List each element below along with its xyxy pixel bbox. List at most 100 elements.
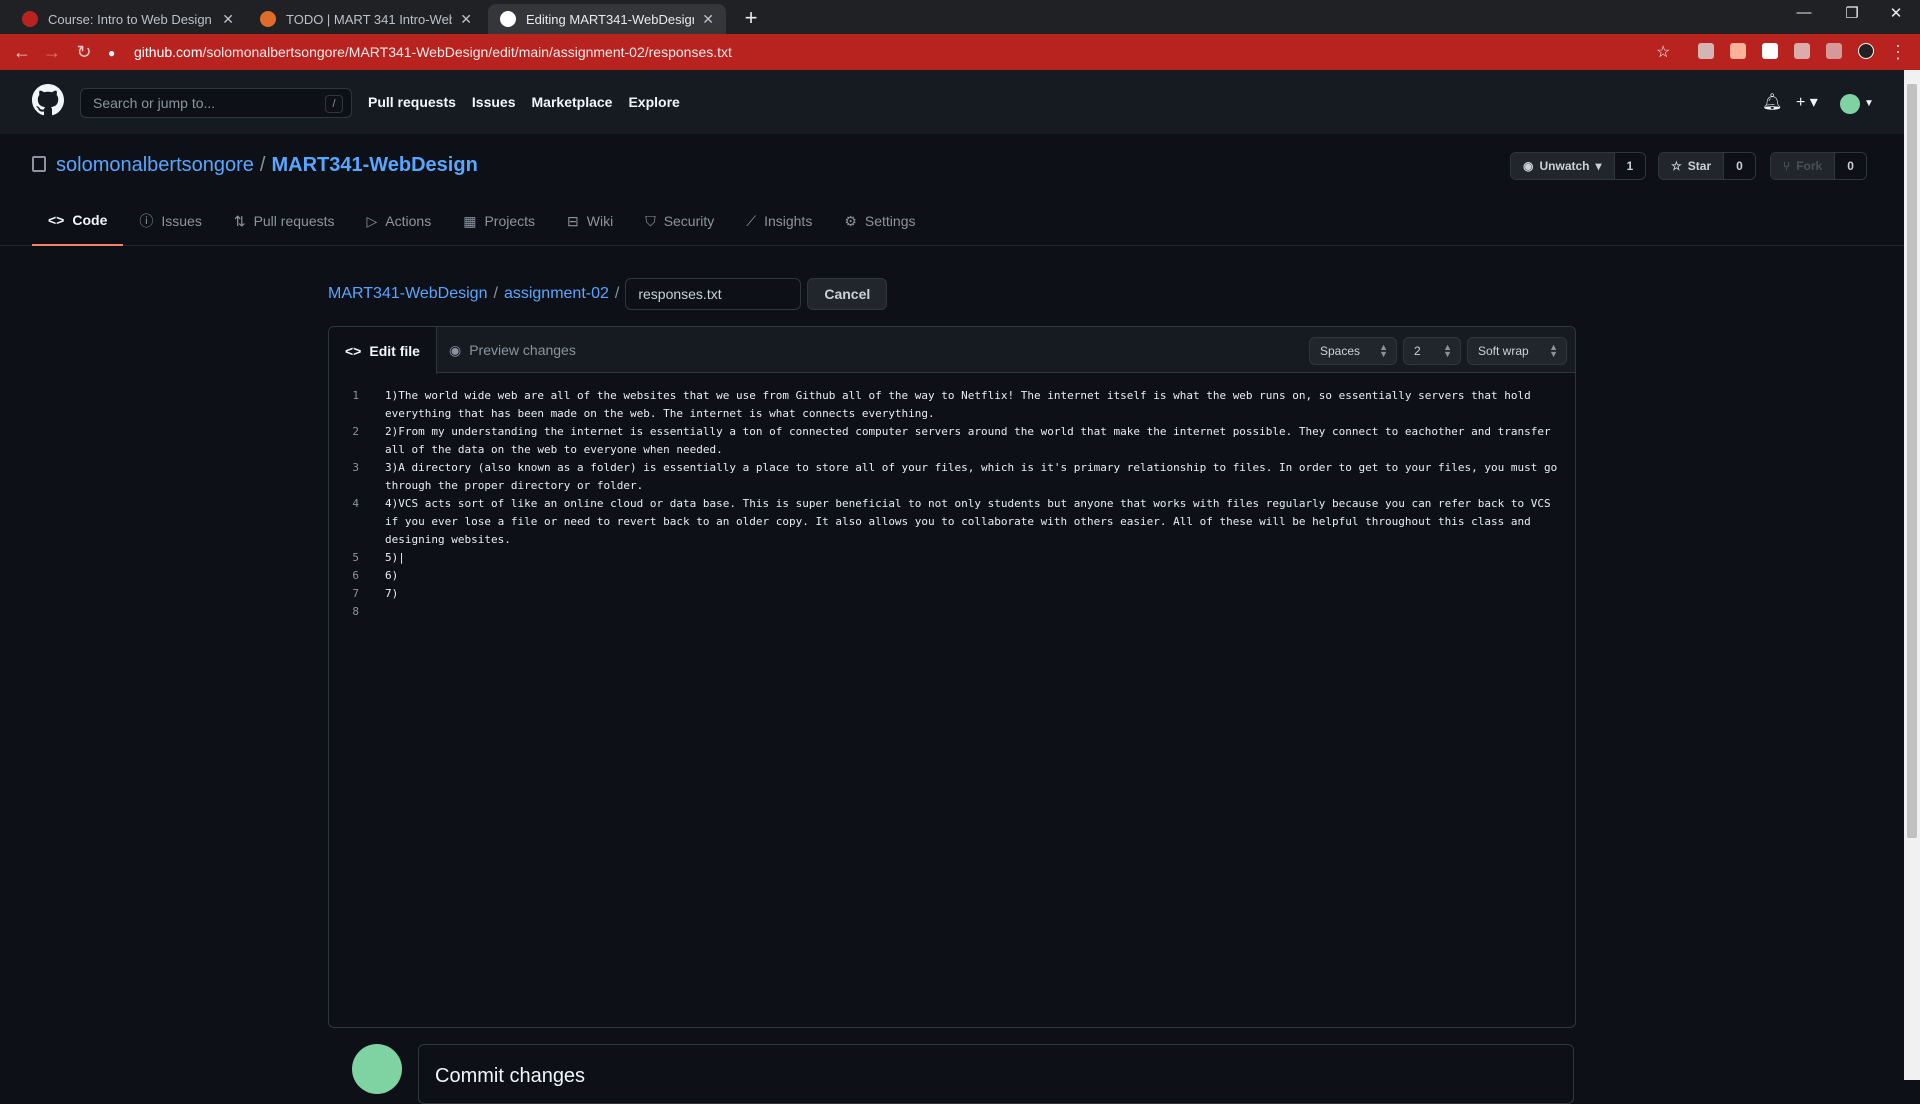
line-text[interactable]: 6) xyxy=(369,567,1575,585)
tab-settings[interactable]: ⚙ Settings xyxy=(828,196,931,246)
code-area[interactable]: 1 1)The world wide web are all of the web… xyxy=(329,387,1575,621)
line-text[interactable]: 4)VCS acts sort of like an online cloud … xyxy=(369,495,1575,549)
tab-label: Security xyxy=(663,213,715,229)
code-line: 6 6) xyxy=(329,567,1575,585)
chevron-down-icon[interactable]: ▼ xyxy=(1864,98,1874,109)
book-icon: ⊟ xyxy=(567,212,579,229)
indent-size-select[interactable]: 2 ▲ ▼ xyxy=(1403,337,1461,365)
puzzle-icon[interactable] xyxy=(1794,43,1810,59)
play-icon: ▷ xyxy=(366,212,378,229)
cancel-button[interactable]: Cancel xyxy=(807,278,888,310)
unwatch-button[interactable]: ◉ Unwatch ▾ xyxy=(1511,153,1615,179)
tab-issues[interactable]: ⓘ Issues xyxy=(123,196,217,246)
watch-button-group: ◉ Unwatch ▾ 1 xyxy=(1510,152,1647,180)
tab-insights[interactable]: ⟋ Insights xyxy=(730,196,828,246)
star-button[interactable]: ☆ Star xyxy=(1659,153,1725,179)
plus-icon[interactable]: + ▾ xyxy=(1796,92,1818,112)
close-tab-icon[interactable]: ✕ xyxy=(702,11,714,28)
tab-pull-requests[interactable]: ⇅ Pull requests xyxy=(218,196,351,246)
bell-icon[interactable]: 🔔︎ xyxy=(1762,92,1782,112)
menu-kebab-icon[interactable]: ⋮ xyxy=(1886,40,1910,64)
minimize-icon[interactable]: — xyxy=(1784,4,1824,21)
star-label: Star xyxy=(1687,159,1712,173)
page-scrollbar[interactable] xyxy=(1904,70,1920,1080)
browser-tab-strip: Course: Intro to Web Design (Sec ✕ TODO … xyxy=(0,0,1920,34)
profile-avatar[interactable] xyxy=(1858,43,1874,59)
repo-header: solomonalbertsongore / MART341-WebDesign… xyxy=(0,134,1904,246)
filename-input[interactable]: responses.txt xyxy=(625,278,802,310)
github-logo-icon[interactable] xyxy=(32,84,64,116)
forks-count[interactable]: 0 xyxy=(1835,153,1866,179)
line-text[interactable] xyxy=(369,603,1575,621)
committer-avatar xyxy=(352,1044,402,1094)
line-text[interactable]: 7) xyxy=(369,585,1575,603)
wrap-mode-select[interactable]: Soft wrap ▲ ▼ xyxy=(1467,337,1567,365)
scrollbar-thumb[interactable] xyxy=(1907,84,1917,838)
github-header: Search or jump to... / Pull requests Iss… xyxy=(0,70,1904,134)
reload-icon[interactable]: ↻ xyxy=(72,40,96,64)
extension-icon[interactable] xyxy=(1698,43,1714,59)
address-bar[interactable]: ● github.com/solomonalbertsongore/MART34… xyxy=(108,38,1688,66)
url-path: /solomonalbertsongore/MART341-WebDesign/… xyxy=(202,44,732,60)
tab-label: Pull requests xyxy=(253,213,335,229)
search-shortcut-badge: / xyxy=(325,95,343,113)
code-line: 5 5)| xyxy=(329,549,1575,567)
breadcrumb-folder-link[interactable]: assignment-02 xyxy=(504,285,609,303)
edit-file-tab[interactable]: <> Edit file xyxy=(329,327,437,374)
indent-mode-select[interactable]: Spaces ▲ ▼ xyxy=(1309,337,1397,365)
forward-icon[interactable]: → xyxy=(40,40,64,64)
tab-label: Issues xyxy=(161,213,202,229)
fork-label: Fork xyxy=(1796,159,1823,173)
star-button-group: ☆ Star 0 xyxy=(1658,152,1756,180)
nav-issues[interactable]: Issues xyxy=(472,94,516,110)
breadcrumb-repo-link[interactable]: MART341-WebDesign xyxy=(328,285,487,303)
new-tab-button[interactable]: + xyxy=(738,6,764,32)
eye-icon: ◉ xyxy=(449,341,462,358)
fork-icon: ⑂ xyxy=(1783,159,1791,173)
browser-tab[interactable]: Course: Intro to Web Design (Sec ✕ xyxy=(10,4,246,34)
back-icon[interactable]: ← xyxy=(10,40,34,64)
fork-button[interactable]: ⑂ Fork xyxy=(1771,153,1836,179)
line-text[interactable]: 5)| xyxy=(369,549,1575,567)
extension-icon[interactable] xyxy=(1730,43,1746,59)
line-text[interactable]: 1)The world wide web are all of the webs… xyxy=(369,387,1575,423)
browser-tab-active[interactable]: Editing MART341-WebDesign/re ✕ xyxy=(488,4,726,34)
browser-tab[interactable]: TODO | MART 341 Intro-Web-De ✕ xyxy=(248,4,484,34)
commit-changes-title: Commit changes xyxy=(435,1065,586,1087)
repo-name-link[interactable]: MART341-WebDesign xyxy=(271,154,477,177)
tab-actions[interactable]: ▷ Actions xyxy=(351,196,448,246)
user-avatar[interactable] xyxy=(1840,94,1860,114)
bookmark-star-icon[interactable]: ☆ xyxy=(1656,42,1670,62)
tab-title: TODO | MART 341 Intro-Web-De xyxy=(286,11,452,27)
line-number: 3 xyxy=(352,461,359,474)
line-number: 1 xyxy=(352,389,359,402)
watchers-count[interactable]: 1 xyxy=(1614,153,1646,179)
tab-label: Settings xyxy=(864,213,916,229)
line-text[interactable]: 3)A directory (also known as a folder) i… xyxy=(369,459,1575,495)
graph-icon: ⟋ xyxy=(746,212,757,229)
tab-wiki[interactable]: ⊟ Wiki xyxy=(551,196,629,246)
nav-pull-requests[interactable]: Pull requests xyxy=(368,94,456,110)
extension-icon[interactable] xyxy=(1762,43,1778,59)
search-input[interactable]: Search or jump to... / xyxy=(80,88,352,118)
repo-owner-link[interactable]: solomonalbertsongore xyxy=(56,154,254,177)
tab-label: Insights xyxy=(764,213,813,229)
breadcrumb-separator: / xyxy=(493,285,498,302)
nav-explore[interactable]: Explore xyxy=(628,94,679,110)
unwatch-label: Unwatch xyxy=(1539,159,1590,173)
close-tab-icon[interactable]: ✕ xyxy=(222,11,234,28)
browser-toolbar: ← → ↻ ● github.com/solomonalbertsongore/… xyxy=(0,34,1920,70)
close-window-icon[interactable]: ✕ xyxy=(1876,4,1916,22)
preview-changes-tab[interactable]: ◉ Preview changes xyxy=(433,327,592,373)
close-tab-icon[interactable]: ✕ xyxy=(460,11,472,28)
line-text[interactable]: 2)From my understanding the internet is … xyxy=(369,423,1575,459)
tab-code[interactable]: <> Code xyxy=(32,196,124,246)
tab-projects[interactable]: ▦ Projects xyxy=(447,196,551,246)
nav-marketplace[interactable]: Marketplace xyxy=(532,94,613,110)
tab-security[interactable]: ⛉ Security xyxy=(629,196,730,246)
search-placeholder: Search or jump to... xyxy=(93,95,216,111)
media-icon[interactable] xyxy=(1826,43,1842,59)
caret-down-icon: ▾ xyxy=(1595,159,1602,173)
restore-icon[interactable]: ❐ xyxy=(1832,4,1872,22)
stars-count[interactable]: 0 xyxy=(1724,153,1755,179)
